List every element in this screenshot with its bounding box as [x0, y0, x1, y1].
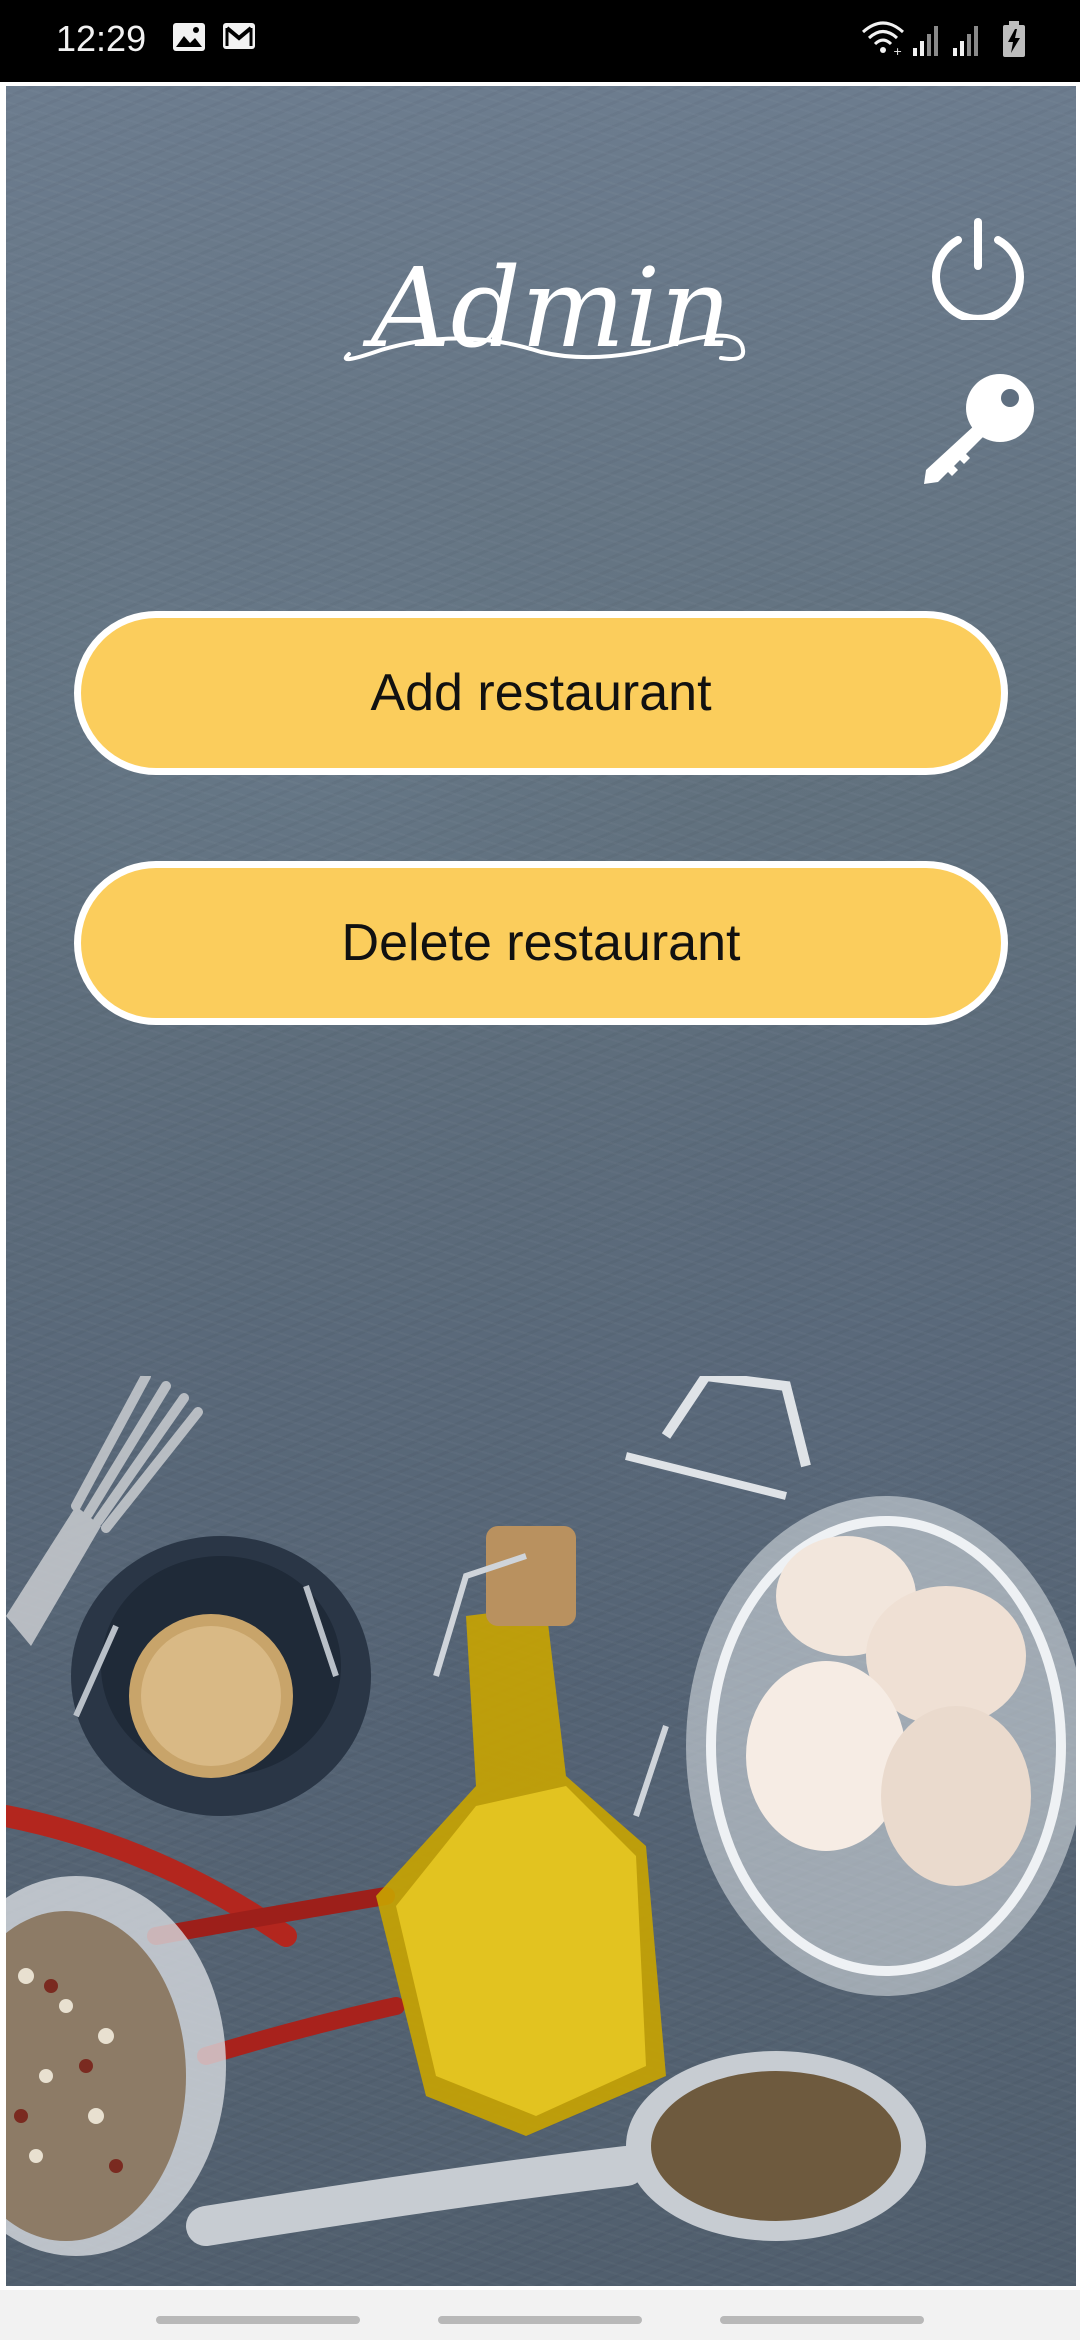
gmail-icon: [222, 22, 256, 54]
admin-screen: Admin Add restaurant Delete restaurant: [6, 86, 1076, 2286]
signal-icon: [952, 24, 982, 60]
navigation-bar: [0, 2290, 1080, 2340]
nav-pill-left[interactable]: [156, 2316, 360, 2324]
signal-icon: [912, 24, 942, 60]
image-icon: [172, 22, 206, 56]
battery-charging-icon: [1002, 20, 1026, 62]
key-icon: [924, 374, 1034, 484]
nav-pill-right[interactable]: [720, 2316, 924, 2324]
power-icon: [932, 218, 1024, 323]
add-restaurant-button[interactable]: Add restaurant: [74, 611, 1008, 775]
change-password-button[interactable]: [918, 366, 1043, 491]
nav-pill-center[interactable]: [438, 2316, 642, 2324]
add-restaurant-label: Add restaurant: [370, 664, 712, 722]
food-background-image: [6, 1376, 1076, 2256]
status-bar: 12:29 +: [0, 0, 1080, 82]
oil-bottle-illustration: [376, 1526, 669, 2136]
delete-restaurant-label: Delete restaurant: [341, 914, 741, 972]
garlic-jar-illustration: [625, 1376, 1076, 1996]
power-button[interactable]: [926, 216, 1030, 323]
admin-title: Admin: [343, 254, 746, 372]
svg-text:+: +: [893, 45, 902, 56]
status-time: 12:29: [56, 18, 147, 59]
admin-title-text: Admin: [362, 254, 731, 372]
wifi-icon: +: [860, 20, 906, 60]
delete-restaurant-button[interactable]: Delete restaurant: [74, 861, 1008, 1025]
dark-jar-illustration: [71, 1536, 371, 1816]
